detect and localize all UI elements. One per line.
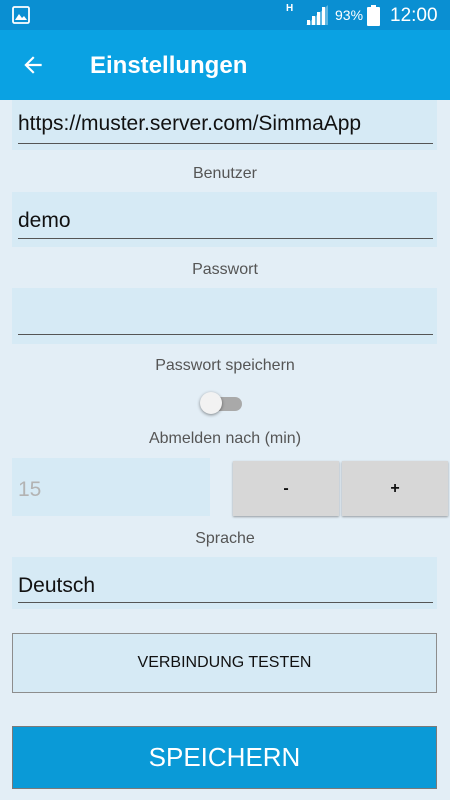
- logout-minutes-value: 15: [18, 478, 42, 501]
- logout-after-label: Abmelden nach (min): [148, 430, 302, 447]
- signal-strength-icon: [306, 5, 328, 25]
- status-bar: H 93% 12:00: [0, 0, 450, 30]
- user-value: demo: [18, 209, 71, 232]
- battery-percentage: 93%: [335, 7, 364, 23]
- status-time: 12:00: [390, 5, 438, 26]
- app-bar: Einstellungen: [0, 30, 450, 100]
- back-arrow-icon[interactable]: [20, 52, 46, 78]
- language-underline: [18, 602, 433, 603]
- user-underline: [18, 238, 433, 239]
- password-underline: [18, 334, 433, 335]
- password-label: Passwort: [192, 261, 258, 278]
- server-url-value: https://muster.server.com/SimmaApp: [18, 112, 362, 135]
- save-password-toggle[interactable]: [200, 391, 242, 415]
- settings-screen: H 93% 12:00 Einstellungen https://muster…: [0, 0, 450, 800]
- decrement-button[interactable]: -: [233, 461, 339, 516]
- save-button[interactable]: SPEICHERN: [12, 726, 437, 789]
- language-select[interactable]: Deutsch: [12, 557, 437, 609]
- server-url-input[interactable]: https://muster.server.com/SimmaApp: [12, 100, 437, 150]
- increment-button[interactable]: +: [342, 461, 448, 516]
- page-title: Einstellungen: [90, 52, 248, 79]
- language-value: Deutsch: [18, 574, 96, 597]
- server-url-underline: [18, 143, 433, 144]
- toggle-thumb: [200, 392, 222, 414]
- save-password-label: Passwort speichern: [155, 357, 295, 374]
- network-type-indicator: H: [286, 3, 294, 14]
- test-connection-button[interactable]: VERBINDUNG TESTEN: [12, 633, 437, 693]
- user-label: Benutzer: [192, 165, 258, 182]
- gallery-icon: [12, 6, 30, 24]
- password-input[interactable]: [12, 288, 437, 344]
- user-input[interactable]: demo: [12, 192, 437, 247]
- language-label: Sprache: [195, 530, 255, 547]
- logout-minutes-input[interactable]: 15: [12, 458, 210, 516]
- battery-icon: [367, 5, 380, 26]
